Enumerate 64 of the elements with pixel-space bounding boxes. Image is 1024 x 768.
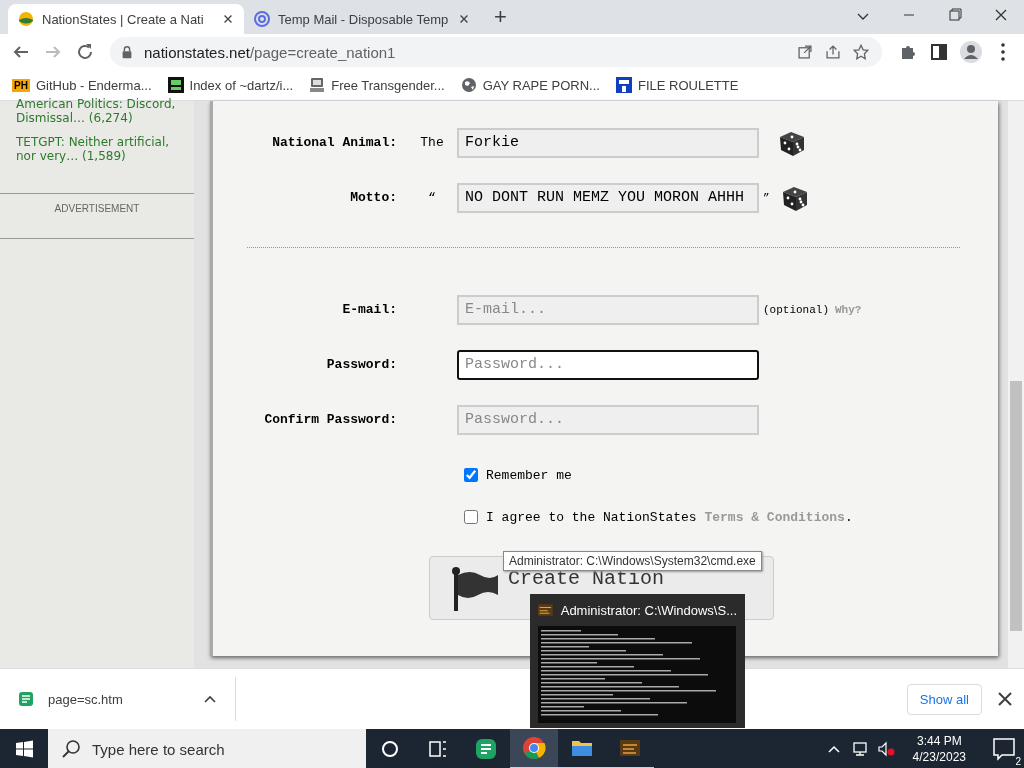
forum-link[interactable]: American Politics: Discord, Dismissal… (6,274)	[16, 97, 180, 125]
bookmark-link[interactable]: GAY RAPE PORN...	[482, 77, 600, 93]
bookmark-link[interactable]: Free Transgender...	[331, 77, 445, 93]
file-icon	[18, 691, 34, 707]
browser-tab[interactable]: Temp Mail - Disposable Temp	[244, 4, 480, 34]
taskbar-search-field[interactable]: Type here to search	[48, 729, 366, 768]
profile-avatar-icon[interactable]	[958, 39, 984, 65]
bookmark-link[interactable]: FILE ROULETTE	[637, 77, 739, 93]
taskbar-app-button[interactable]	[510, 729, 558, 768]
field-suffix: ”	[763, 191, 770, 204]
caret-up-icon[interactable]	[203, 693, 217, 705]
field-prefix: “	[427, 190, 437, 205]
volume-muted-icon[interactable]	[876, 740, 895, 758]
search-icon	[60, 738, 82, 760]
optional-note: (optional)	[763, 303, 829, 316]
computer-icon	[309, 77, 326, 93]
preview-title: Administrator: C:\Windows\S...	[560, 602, 737, 618]
globe-icon	[460, 77, 477, 93]
checkbox-label: Remember me	[486, 467, 572, 483]
date-text: 4/23/2023	[912, 749, 966, 765]
network-icon[interactable]	[850, 740, 869, 758]
notifications-button[interactable]: 2	[984, 729, 1024, 768]
checkbox[interactable]	[464, 510, 478, 524]
close-icon[interactable]	[996, 690, 1014, 708]
download-filename[interactable]: page=sc.htm	[48, 691, 189, 707]
browser-tab[interactable]: NationStates | Create a Nati	[8, 4, 244, 34]
lock-icon	[120, 45, 134, 59]
advertisement-label: ADVERTISEMENT	[0, 193, 194, 239]
show-all-button[interactable]: Show all	[906, 683, 982, 715]
bookmark-badge-icon: PH	[12, 78, 30, 92]
text-field[interactable]: NO DONT RUN MEMZ YOU MORON AHHH	[457, 182, 759, 213]
checkbox[interactable]	[464, 468, 478, 482]
field-prefix: The	[419, 135, 445, 150]
console-window-icon	[538, 603, 553, 617]
time-text: 3:44 PM	[915, 733, 963, 749]
bookmark-link[interactable]: Index of ~dartz/i...	[189, 77, 294, 93]
forum-link[interactable]: TETGPT: Neither artificial, nor very… (1,589)	[16, 135, 180, 163]
chrome-icon	[522, 736, 546, 760]
address-bar[interactable]: nationstates.net/page=create_nation1	[110, 37, 882, 67]
field-label: National Animal:	[271, 135, 398, 150]
at-sign-icon	[254, 11, 270, 27]
new-tab-button[interactable]: +	[494, 4, 507, 30]
input-field[interactable]: Password...	[457, 349, 759, 380]
flag-icon	[450, 565, 498, 613]
close-icon[interactable]	[222, 13, 234, 25]
scrollbar[interactable]	[1008, 101, 1024, 668]
tooltip: Administrator: C:\Windows\System32\cmd.exe	[503, 551, 762, 571]
terminal-icon	[167, 77, 184, 93]
field-label: Confirm Password:	[263, 412, 398, 427]
window-preview[interactable]: Administrator: C:\Windows\S...	[530, 594, 745, 728]
field-label: E-mail:	[341, 302, 398, 317]
checkbox-label: I agree to the NationStates Terms & Conditions.	[486, 509, 853, 525]
close-icon[interactable]	[458, 13, 470, 25]
notification-count: 2	[1014, 756, 1022, 767]
bookmark-link[interactable]: GitHub - Enderma...	[35, 77, 152, 93]
scrollbar-thumb[interactable]	[1010, 381, 1022, 631]
url-text: nationstates.net/page=create_nation1	[144, 43, 396, 61]
field-label: Motto:	[349, 190, 398, 205]
field-label: Password:	[325, 357, 398, 372]
tile-icon	[615, 77, 632, 93]
globe-icon	[18, 11, 34, 27]
text-field[interactable]: Forkie	[457, 127, 759, 158]
notes-app-icon	[474, 737, 498, 761]
clock[interactable]: 3:44 PM 4/23/2023	[912, 733, 966, 765]
